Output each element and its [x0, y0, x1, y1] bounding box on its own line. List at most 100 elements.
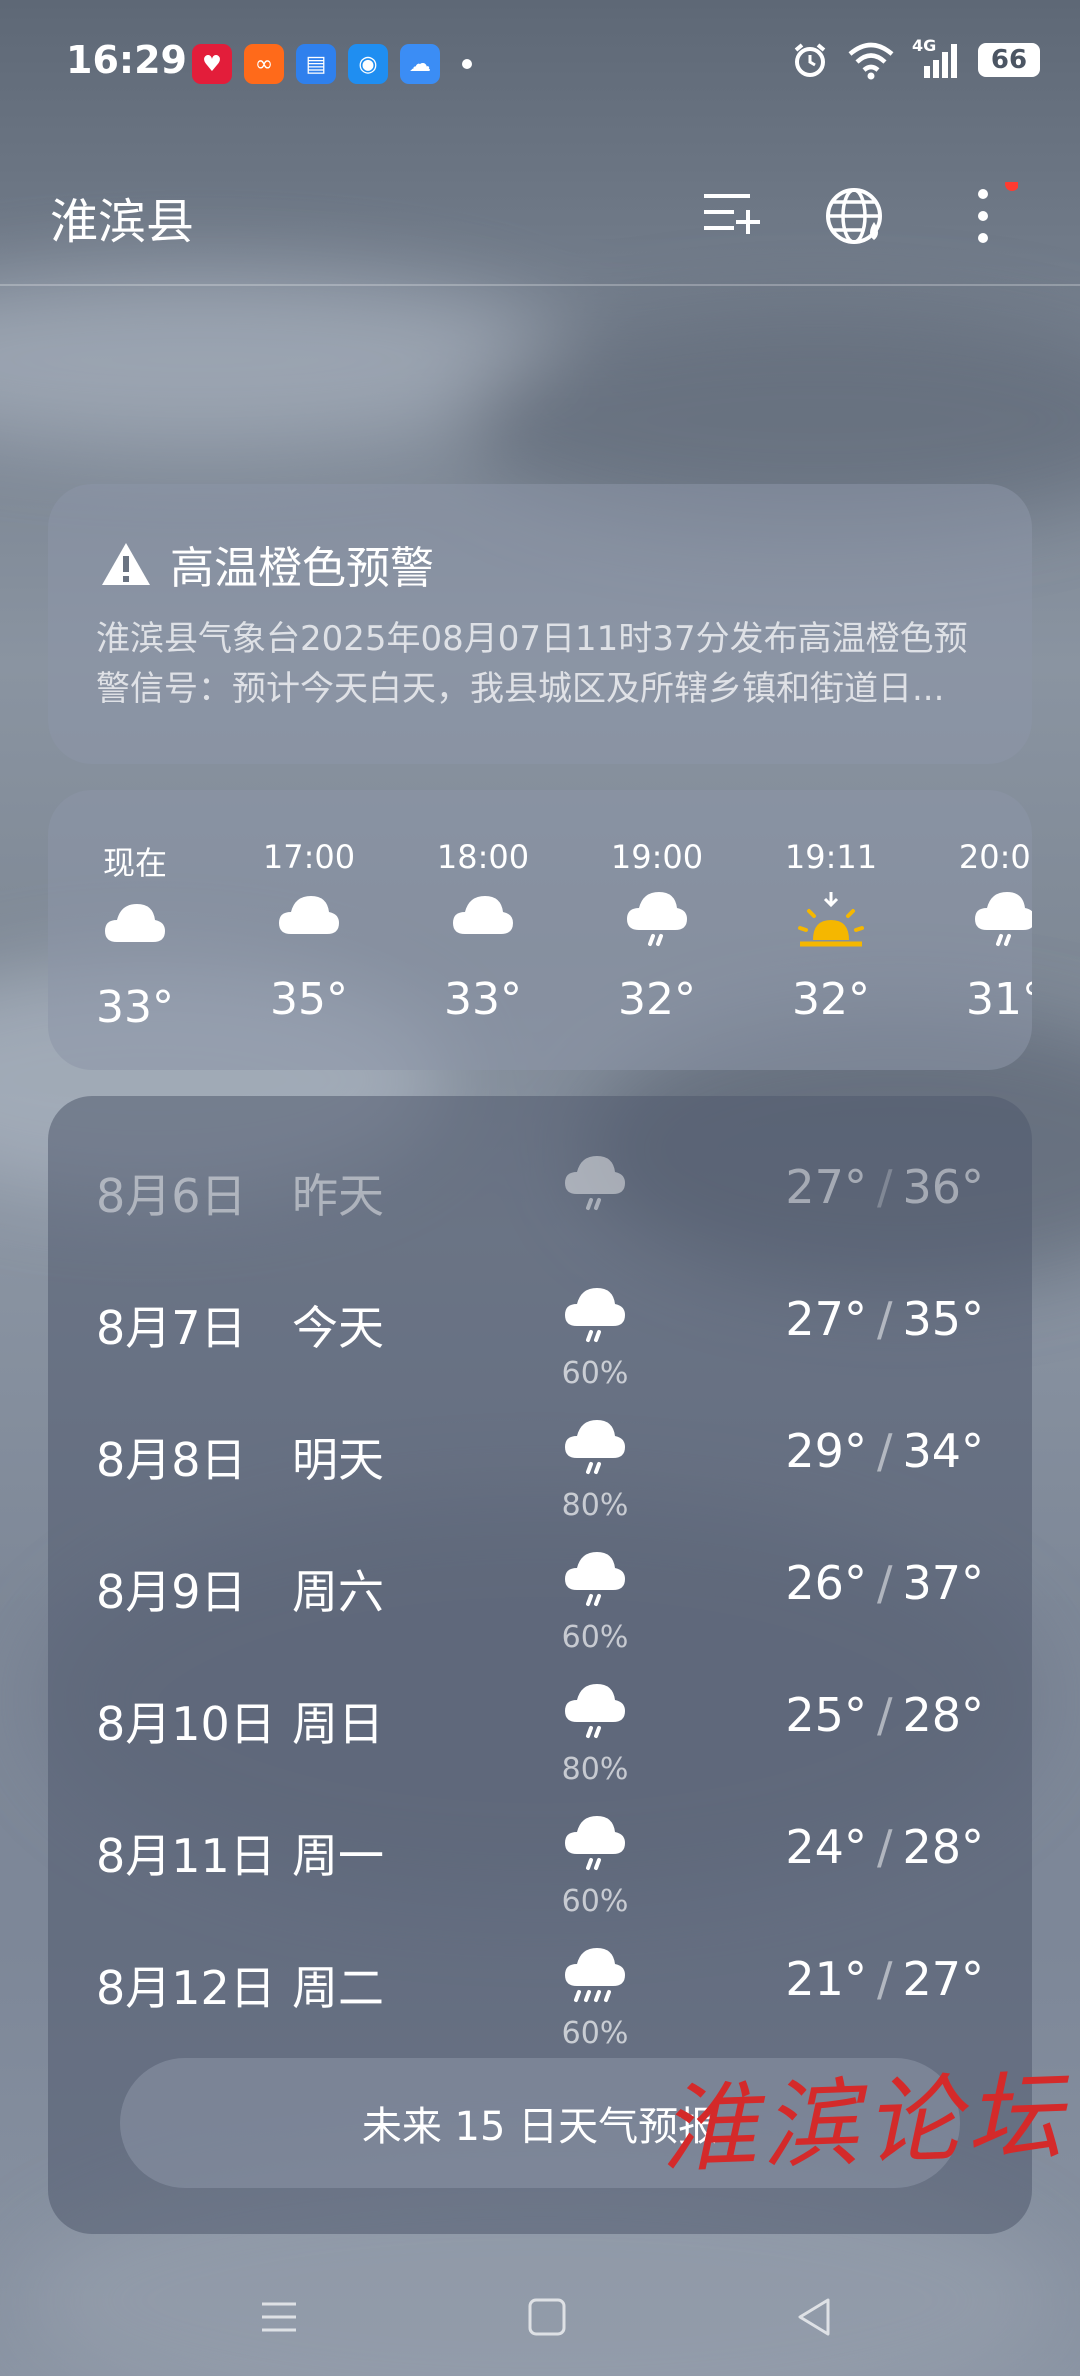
light-rain-icon: [565, 1552, 625, 1606]
temp-high: 28°: [902, 1688, 984, 1742]
clock: 16:29: [66, 38, 187, 82]
alarm-icon: [794, 43, 826, 77]
pinduoduo-app-icon: ♥: [192, 44, 232, 84]
day-label: 昨天: [292, 1169, 384, 1223]
hour-time: 19:11: [784, 838, 878, 876]
more-notifications-dot: [462, 59, 472, 69]
temp-low: 25°: [785, 1688, 867, 1742]
back-nav-icon[interactable]: [790, 2292, 840, 2342]
hour-temp: 32°: [792, 974, 870, 1025]
hour-temp: 32°: [618, 974, 696, 1025]
daily-row[interactable]: 8月8日 明天 80% 29°/34°: [48, 1404, 1032, 1523]
temp-low: 29°: [785, 1424, 867, 1478]
day-date: 8月11日: [96, 1829, 276, 1883]
day-label: 明天: [292, 1433, 384, 1487]
light-rain-icon: [975, 892, 1032, 946]
temp-high: 28°: [902, 1820, 984, 1874]
temp-range: 25°/28°: [785, 1688, 984, 1742]
light-rain-icon: [565, 1816, 625, 1870]
alert-description: 淮滨县气象台2025年08月07日11时37分发布高温橙色预警信号：预计今天白天…: [96, 619, 968, 709]
wifi-icon: [848, 42, 894, 80]
sunset-icon: [798, 892, 864, 947]
top-bar: 淮滨县: [0, 160, 1080, 286]
temp-low: 26°: [785, 1556, 867, 1610]
notification-badge: [1005, 182, 1018, 191]
light-rain-icon: [565, 1684, 625, 1738]
city-list-add-icon[interactable]: [698, 182, 768, 252]
temp-range: 26°/37°: [785, 1556, 984, 1610]
hourly-item: 20:00 31°: [940, 838, 1032, 1025]
home-nav-icon[interactable]: [522, 2292, 572, 2342]
warning-icon: [102, 543, 150, 585]
hourly-item: 现在 33°: [70, 838, 200, 1033]
temp-range: 27°/36°: [785, 1160, 984, 1214]
temp-low: 27°: [785, 1160, 867, 1214]
hour-temp: 33°: [444, 974, 522, 1025]
daily-row[interactable]: 8月12日 周二 60% 21°/27°: [48, 1932, 1032, 2051]
day-label: 周日: [292, 1697, 384, 1751]
hour-temp: 33°: [96, 982, 174, 1033]
light-rain-icon: [565, 1156, 625, 1210]
hour-time: 18:00: [436, 838, 530, 876]
cloudy-icon: [105, 904, 165, 942]
cloudy-icon: [279, 896, 339, 934]
battery-indicator: 66: [978, 43, 1040, 77]
precip-chance: 60%: [561, 1884, 629, 1919]
menu-nav-icon[interactable]: [254, 2292, 304, 2342]
hour-time: 17:00: [262, 838, 356, 876]
light-rain-icon: [565, 1420, 625, 1474]
network-type: 4G: [912, 36, 937, 55]
daily-row[interactable]: 8月10日 周日 80% 25°/28°: [48, 1668, 1032, 1787]
status-bar: 16:29 ♥ ∞ ▤ ◉ ☁ 4G 66: [0, 0, 1080, 130]
kuaishou-app-icon: ∞: [244, 44, 284, 84]
files-app-icon: ▤: [296, 44, 336, 84]
day-label: 周六: [292, 1565, 384, 1619]
temp-low: 24°: [785, 1820, 867, 1874]
weather-app-icon: ☁: [400, 44, 440, 84]
light-rain-icon: [627, 892, 687, 946]
hourly-forecast-card[interactable]: 现在 33° 17:00 35° 18:00 33° 19:00 32° 19:…: [48, 790, 1032, 1070]
hour-time: 20:00: [958, 838, 1032, 876]
light-rain-icon: [565, 1288, 625, 1342]
precip-chance: 60%: [561, 2016, 629, 2051]
precip-chance: 80%: [561, 1752, 629, 1787]
notification-icons: ♥ ∞ ▤ ◉ ☁: [192, 44, 472, 84]
day-date: 8月12日: [96, 1961, 276, 2015]
hourly-item: 17:00 35°: [244, 838, 374, 1025]
qq-browser-app-icon: ◉: [348, 44, 388, 84]
hourly-item: 19:00 32°: [592, 838, 722, 1025]
day-label: 周一: [292, 1829, 384, 1883]
hour-temp: 35°: [270, 974, 348, 1025]
hour-time: 19:00: [610, 838, 704, 876]
signal-icon: 4G: [912, 36, 962, 80]
hourly-item: 19:11 32°: [766, 838, 896, 1025]
daily-row-yesterday[interactable]: 8月6日 昨天 27°/36°: [48, 1140, 1032, 1250]
cloudy-icon: [453, 896, 513, 934]
forum-watermark: 淮滨论坛: [658, 2059, 1071, 2187]
navigation-bar: [0, 2270, 1080, 2376]
day-date: 8月10日: [96, 1697, 276, 1751]
day-label: 今天: [292, 1301, 384, 1355]
temp-high: 34°: [902, 1424, 984, 1478]
heat-alert-card[interactable]: 高温橙色预警 淮滨县气象台2025年08月07日11时37分发布高温橙色预警信号…: [48, 484, 1032, 764]
alert-title-text: 高温橙色预警: [170, 543, 434, 594]
daily-row[interactable]: 8月9日 周六 60% 26°/37°: [48, 1536, 1032, 1655]
hour-temp: 31°: [966, 974, 1032, 1025]
system-status: 4G 66: [790, 36, 1040, 80]
temp-range: 29°/34°: [785, 1424, 984, 1478]
temp-high: 37°: [902, 1556, 984, 1610]
city-name[interactable]: 淮滨县: [50, 182, 194, 252]
daily-row[interactable]: 8月11日 周一 60% 24°/28°: [48, 1800, 1032, 1919]
temp-range: 27°/35°: [785, 1292, 984, 1346]
day-date: 8月8日: [96, 1433, 247, 1487]
temp-high: 27°: [902, 1952, 984, 2006]
temp-high: 35°: [902, 1292, 984, 1346]
alert-title: 高温橙色预警: [100, 532, 434, 596]
globe-weather-icon[interactable]: [822, 182, 892, 252]
more-options-icon[interactable]: [948, 182, 1018, 252]
daily-row-today[interactable]: 8月7日 今天 60% 27°/35°: [48, 1272, 1032, 1391]
day-label: 周二: [292, 1961, 384, 2015]
hour-time: 现在: [102, 844, 167, 882]
temp-range: 21°/27°: [785, 1952, 984, 2006]
day-date: 8月7日: [96, 1301, 247, 1355]
